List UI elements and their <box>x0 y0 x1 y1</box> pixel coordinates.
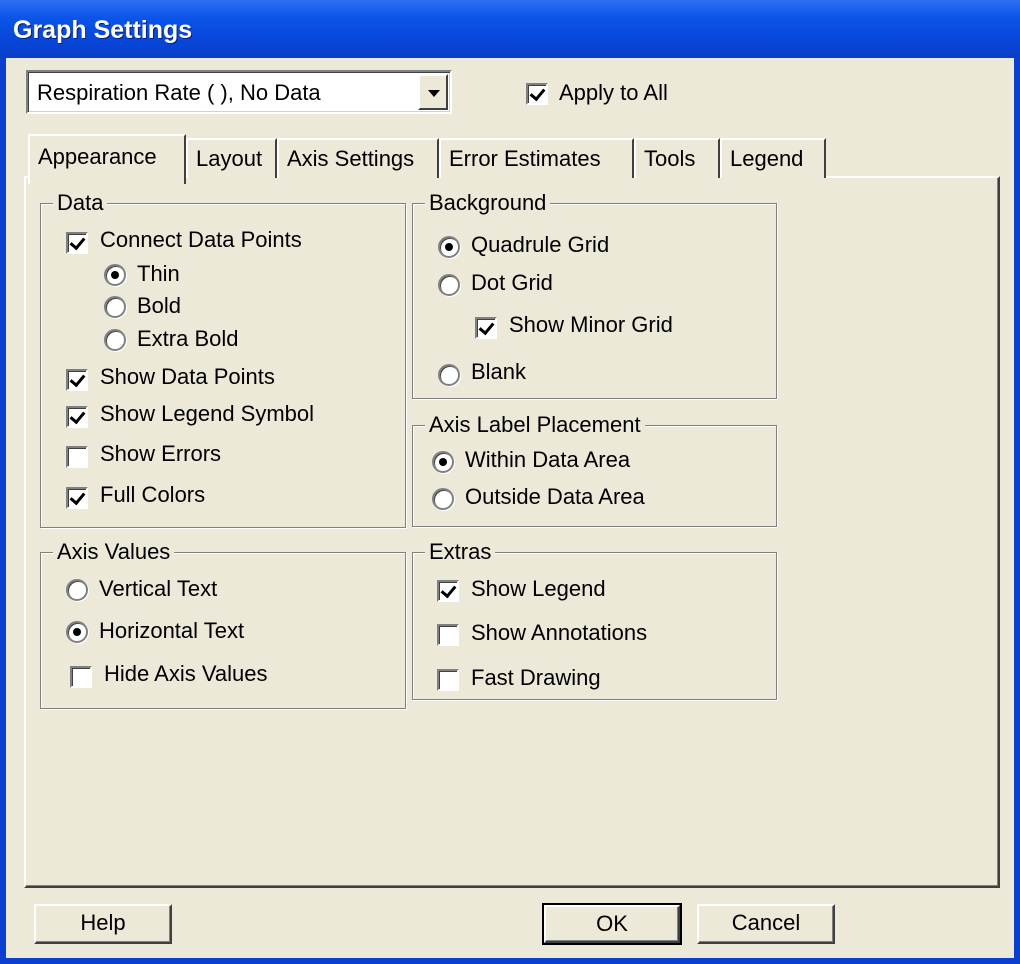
show-errors-checkbox[interactable] <box>66 446 88 468</box>
show-minor-grid-checkbox[interactable] <box>475 317 497 339</box>
apply-to-all-checkbox[interactable] <box>526 83 548 105</box>
apply-to-all-label: Apply to All <box>559 80 668 105</box>
line-bold-label: Bold <box>137 293 182 318</box>
line-thin-radio[interactable] <box>104 264 126 286</box>
background-group-title: Background <box>425 190 551 216</box>
tab-legend[interactable]: Legend <box>720 138 826 178</box>
outside-data-area-radio[interactable] <box>432 488 454 510</box>
tab-label: Error Estimates <box>449 146 601 171</box>
series-select-dropdown-button[interactable] <box>418 74 448 110</box>
tab-layout[interactable]: Layout <box>186 138 277 178</box>
quadrule-grid-radio[interactable] <box>438 236 460 258</box>
tab-label: Tools <box>644 146 696 171</box>
chevron-down-icon <box>428 90 440 97</box>
show-annotations-label: Show Annotations <box>471 620 648 645</box>
tab-label: Axis Settings <box>287 146 415 171</box>
tab-tools[interactable]: Tools <box>634 138 720 178</box>
hide-axis-values-checkbox[interactable] <box>70 666 92 688</box>
connect-data-points-checkbox[interactable] <box>66 232 88 254</box>
blank-background-label: Blank <box>471 359 527 384</box>
dot-grid-label: Dot Grid <box>471 270 553 295</box>
show-minor-grid-label: Show Minor Grid <box>509 312 673 337</box>
vertical-text-label: Vertical Text <box>99 576 218 601</box>
series-select-value: Respiration Rate ( ), No Data <box>37 80 321 105</box>
tab-error-estimates[interactable]: Error Estimates <box>439 138 634 178</box>
tab-label: Appearance <box>38 144 157 169</box>
horizontal-text-label: Horizontal Text <box>99 618 245 643</box>
vertical-text-radio[interactable] <box>66 579 88 601</box>
hide-axis-values-label: Hide Axis Values <box>104 661 268 686</box>
window-title: Graph Settings <box>13 16 193 44</box>
show-data-points-checkbox[interactable] <box>66 369 88 391</box>
axis-values-title: Axis Values <box>53 539 175 565</box>
show-legend-label: Show Legend <box>471 576 606 601</box>
within-data-area-radio[interactable] <box>432 451 454 473</box>
fast-drawing-label: Fast Drawing <box>471 665 601 690</box>
outside-data-area-label: Outside Data Area <box>465 484 645 509</box>
show-errors-label: Show Errors <box>100 441 222 466</box>
full-colors-label: Full Colors <box>100 482 206 507</box>
cancel-button[interactable]: Cancel <box>697 904 835 944</box>
fast-drawing-checkbox[interactable] <box>437 669 459 691</box>
tab-label: Legend <box>730 146 804 171</box>
show-legend-symbol-checkbox[interactable] <box>66 406 88 428</box>
connect-data-points-label: Connect Data Points <box>100 227 302 252</box>
dot-grid-radio[interactable] <box>438 274 460 296</box>
blank-background-radio[interactable] <box>438 364 460 386</box>
axis-label-placement-title: Axis Label Placement <box>425 412 645 438</box>
line-extra-bold-radio[interactable] <box>104 329 126 351</box>
full-colors-checkbox[interactable] <box>66 487 88 509</box>
horizontal-text-radio[interactable] <box>66 621 88 643</box>
line-thin-label: Thin <box>137 261 180 286</box>
tab-axis-settings[interactable]: Axis Settings <box>277 138 439 178</box>
series-select[interactable]: Respiration Rate ( ), No Data <box>26 70 452 114</box>
data-group-title: Data <box>53 190 108 216</box>
line-extra-bold-label: Extra Bold <box>137 326 239 351</box>
help-button[interactable]: Help <box>34 904 172 944</box>
show-annotations-checkbox[interactable] <box>437 624 459 646</box>
within-data-area-label: Within Data Area <box>465 447 631 472</box>
ok-button[interactable]: OK <box>542 903 682 945</box>
tab-appearance[interactable]: Appearance <box>28 134 186 184</box>
show-legend-checkbox[interactable] <box>437 580 459 602</box>
line-bold-radio[interactable] <box>104 296 126 318</box>
tab-label: Layout <box>196 146 263 171</box>
quadrule-grid-label: Quadrule Grid <box>471 232 610 257</box>
axis-label-placement-group: Axis Label Placement <box>412 412 777 527</box>
title-bar[interactable]: Graph Settings <box>0 0 1020 58</box>
extras-title: Extras <box>425 539 496 565</box>
show-legend-symbol-label: Show Legend Symbol <box>100 401 315 426</box>
show-data-points-label: Show Data Points <box>100 364 275 389</box>
